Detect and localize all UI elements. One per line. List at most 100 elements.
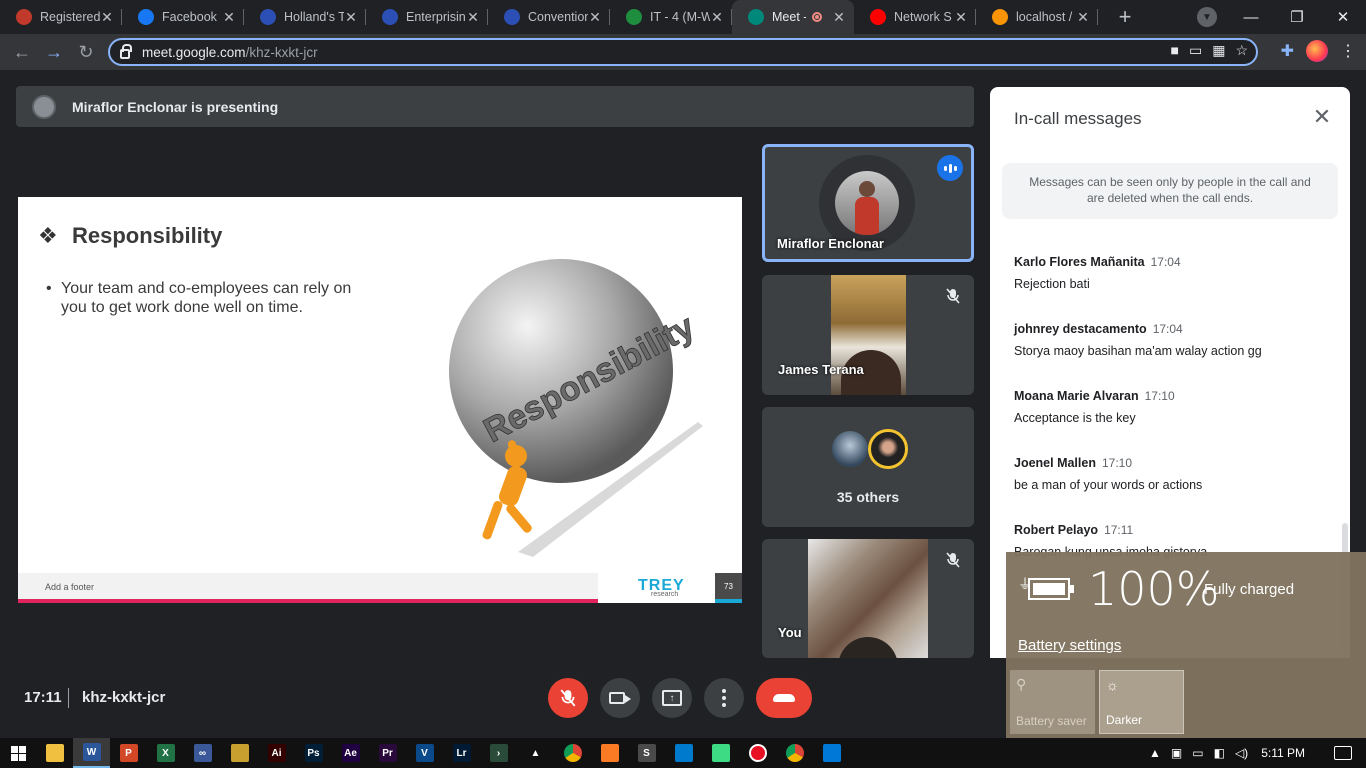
facebook-favicon-icon bbox=[138, 9, 154, 25]
registered-favicon-icon bbox=[16, 9, 32, 25]
taskbar-terminal-app[interactable]: › bbox=[480, 738, 517, 768]
taskbar-after-effects[interactable]: Ae bbox=[332, 738, 369, 768]
close-tab-icon[interactable]: ✕ bbox=[222, 9, 236, 26]
taskbar-infinity-app[interactable]: ∞ bbox=[184, 738, 221, 768]
terminal-app-icon: › bbox=[489, 744, 508, 762]
tab-search-icon[interactable]: ▼ bbox=[1197, 7, 1217, 27]
browser-tab[interactable]: IT - 4 (M-W ✕ bbox=[610, 0, 732, 34]
battery-tray-icon[interactable]: ▭ bbox=[1192, 746, 1203, 760]
leave-call-button[interactable] bbox=[756, 678, 812, 718]
address-bar[interactable]: meet.google.com/khz-kxkt-jcr ■ ▭ ▦ ☆ bbox=[108, 38, 1258, 66]
browser-tab[interactable]: Registered ✕ bbox=[0, 0, 122, 34]
tray-overflow-icon[interactable]: ▲ bbox=[1149, 746, 1161, 760]
taskbar-powerpoint[interactable]: P bbox=[110, 738, 147, 768]
close-tab-icon[interactable]: ✕ bbox=[954, 9, 968, 26]
close-tab-icon[interactable]: ✕ bbox=[1076, 9, 1090, 26]
taskbar-lightroom[interactable]: Lr bbox=[443, 738, 480, 768]
close-tab-icon[interactable]: ✕ bbox=[710, 9, 724, 26]
present-screen-button[interactable]: ↑ bbox=[652, 678, 692, 718]
browser-tab[interactable]: Holland's T ✕ bbox=[244, 0, 366, 34]
taskbar-chrome-active[interactable] bbox=[776, 738, 813, 768]
participant-tile-james[interactable]: James Terana bbox=[762, 275, 974, 395]
message-time: 17:04 bbox=[1152, 322, 1183, 336]
word-icon: W bbox=[82, 743, 101, 761]
minimize-button[interactable]: — bbox=[1228, 9, 1274, 26]
security-icon[interactable]: ▣ bbox=[1171, 746, 1182, 760]
close-tab-icon[interactable]: ✕ bbox=[100, 9, 114, 26]
browser-menu-icon[interactable]: ⋮ bbox=[1340, 41, 1356, 61]
profile-avatar[interactable] bbox=[1306, 40, 1328, 62]
new-tab-button[interactable]: + bbox=[1110, 2, 1140, 32]
taskbar-illustrator[interactable]: Ai bbox=[258, 738, 295, 768]
network-icon[interactable]: ◧ bbox=[1214, 746, 1225, 760]
notification-center-icon[interactable] bbox=[1334, 746, 1352, 760]
self-video bbox=[808, 539, 928, 658]
message-text: Rejection bati bbox=[1014, 277, 1090, 291]
taskbar-vegas[interactable]: V bbox=[406, 738, 443, 768]
taskbar-file-explorer[interactable] bbox=[36, 738, 73, 768]
brightness-button[interactable]: ☼ Darker bbox=[1099, 670, 1184, 734]
close-tab-icon[interactable]: ✕ bbox=[466, 9, 480, 26]
participant-tile-miraflor[interactable]: Miraflor Enclonar bbox=[762, 144, 974, 262]
taskbar-premiere[interactable]: Pr bbox=[369, 738, 406, 768]
microphone-toggle-button[interactable] bbox=[548, 678, 588, 718]
taskbar-photoshop[interactable]: Ps bbox=[295, 738, 332, 768]
bookmark-star-icon[interactable]: ☆ bbox=[1235, 42, 1248, 59]
forward-icon[interactable]: → bbox=[38, 42, 70, 63]
battery-settings-link[interactable]: Battery settings bbox=[1018, 637, 1121, 654]
browser-tab[interactable]: localhost / ✕ bbox=[976, 0, 1098, 34]
camera-in-use-icon[interactable]: ■ bbox=[1171, 42, 1179, 59]
lock-icon[interactable] bbox=[120, 44, 132, 59]
taskbar-recorder[interactable] bbox=[739, 738, 776, 768]
recorder-icon bbox=[748, 744, 767, 762]
premiere-icon: Pr bbox=[378, 744, 397, 762]
taskbar-excel[interactable]: X bbox=[147, 738, 184, 768]
close-tab-icon[interactable]: ✕ bbox=[832, 9, 846, 26]
taskbar-android-app[interactable] bbox=[702, 738, 739, 768]
battery-status: Fully charged bbox=[1204, 581, 1295, 598]
windows-taskbar: W P X ∞ Ai Ps Ae Pr V Lr › ▲ S ▲ ▣ ▭ ◧ ◁) 5:11 PM bbox=[0, 738, 1366, 768]
tab-label: Holland's T bbox=[284, 10, 344, 24]
clock[interactable]: 5:11 PM bbox=[1261, 746, 1305, 760]
tab-label: Registered bbox=[40, 10, 100, 24]
browser-tab[interactable]: Network S ✕ bbox=[854, 0, 976, 34]
close-icon[interactable]: ✕ bbox=[1310, 105, 1334, 129]
present-icon: ↑ bbox=[662, 690, 682, 706]
taskbar-vlc[interactable]: ▲ bbox=[517, 738, 554, 768]
back-icon[interactable]: ← bbox=[6, 42, 38, 63]
battery-saver-button[interactable]: ⚲ Battery saver bbox=[1010, 670, 1095, 734]
browser-tab[interactable]: Enterprisin ✕ bbox=[366, 0, 488, 34]
close-tab-icon[interactable]: ✕ bbox=[344, 9, 358, 26]
close-window-button[interactable]: ✕ bbox=[1320, 8, 1366, 26]
message-sender: johnrey destacamento bbox=[1014, 322, 1147, 336]
panel-title: In-call messages bbox=[1014, 109, 1142, 128]
close-tab-icon[interactable]: ✕ bbox=[588, 9, 602, 26]
browser-tab[interactable]: Meet - ✕ bbox=[732, 0, 854, 34]
illustrator-icon: Ai bbox=[267, 744, 286, 762]
participant-tile-you[interactable]: You bbox=[762, 539, 974, 658]
taskbar-photos-app[interactable] bbox=[813, 738, 850, 768]
taskbar-word[interactable]: W bbox=[73, 738, 110, 768]
start-button[interactable] bbox=[0, 738, 36, 768]
camera-toggle-button[interactable] bbox=[600, 678, 640, 718]
app-install-icon[interactable]: ▦ bbox=[1212, 42, 1225, 59]
participant-tile-others[interactable]: 35 others bbox=[762, 407, 974, 527]
browser-tab[interactable]: Convention ✕ bbox=[488, 0, 610, 34]
paint-app-icon bbox=[230, 744, 249, 762]
taskbar-sublime[interactable]: S bbox=[628, 738, 665, 768]
taskbar-vscode[interactable] bbox=[665, 738, 702, 768]
brightness-label: Darker bbox=[1106, 713, 1143, 727]
reload-icon[interactable]: ↻ bbox=[70, 42, 102, 63]
browser-tab[interactable]: Facebook ✕ bbox=[122, 0, 244, 34]
chat-message: Moana Marie Alvaran 17:10 Acceptance is th… bbox=[1014, 387, 1334, 425]
taskbar-xampp[interactable] bbox=[591, 738, 628, 768]
meeting-time: 17:11 bbox=[24, 689, 62, 706]
volume-icon[interactable]: ◁) bbox=[1235, 746, 1248, 760]
taskbar-paint-app[interactable] bbox=[221, 738, 258, 768]
cast-icon[interactable]: ▭ bbox=[1189, 42, 1202, 59]
extensions-icon[interactable]: ✚ bbox=[1281, 41, 1294, 61]
taskbar-chrome[interactable] bbox=[554, 738, 591, 768]
restore-button[interactable]: ❐ bbox=[1274, 8, 1320, 26]
battery-icon: ⏚ bbox=[1018, 574, 1074, 602]
more-options-button[interactable] bbox=[704, 678, 744, 718]
